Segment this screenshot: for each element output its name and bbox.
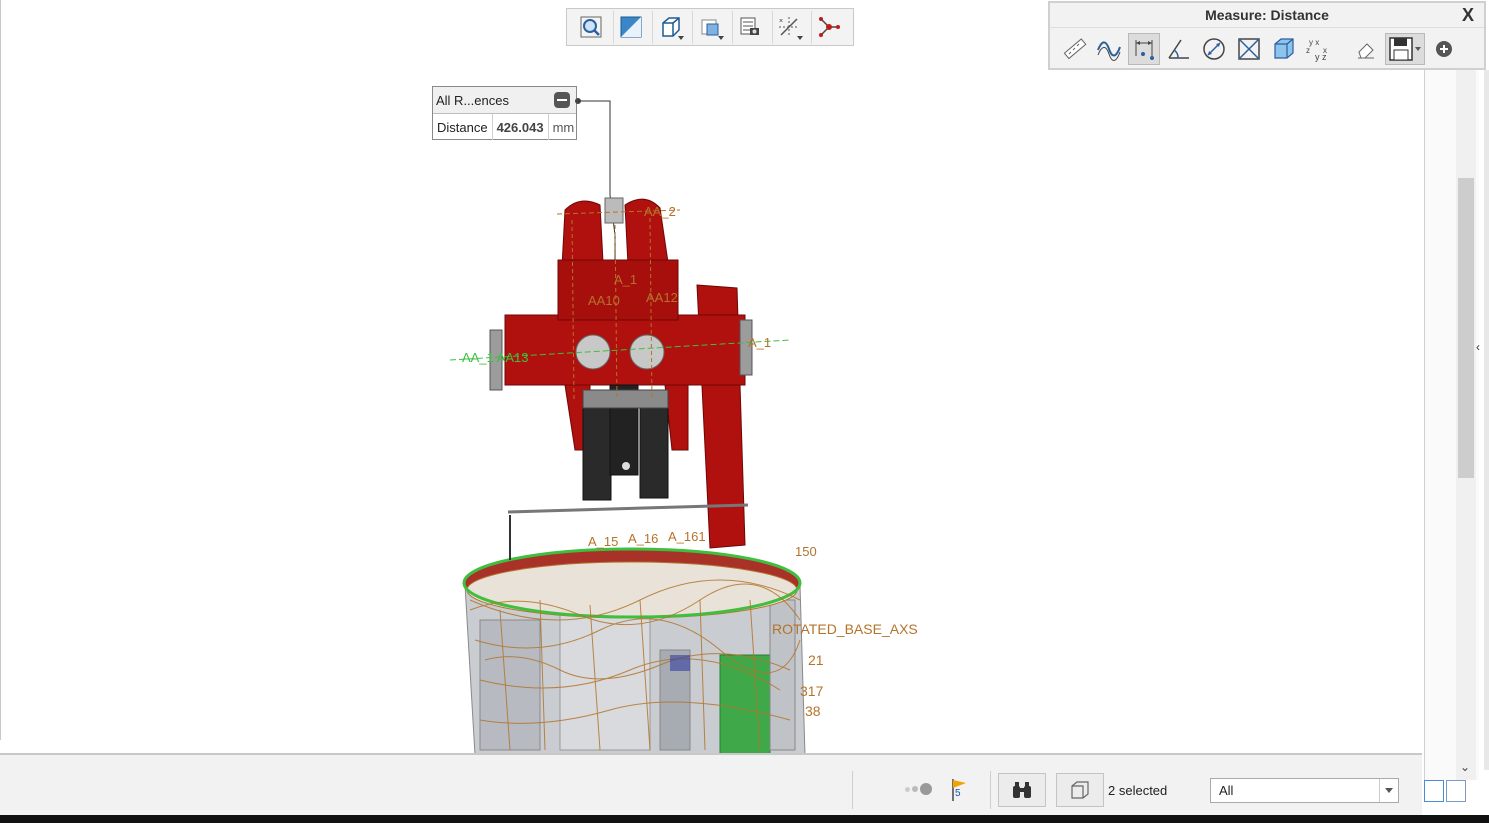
- progress-indicator: [905, 783, 934, 795]
- scroll-down-icon[interactable]: ⌄: [1460, 760, 1470, 774]
- status-divider: [990, 771, 991, 809]
- measurement-callout[interactable]: All R...ences Distance 426.043 mm: [432, 86, 577, 140]
- zoom-in-icon: [620, 16, 642, 38]
- measure-title-text: Measure: Distance: [1205, 7, 1329, 23]
- refit-icon: [580, 16, 602, 38]
- length-tool[interactable]: [1093, 33, 1125, 65]
- collapse-panel-icon[interactable]: ‹: [1476, 340, 1484, 354]
- area-tool[interactable]: [1233, 33, 1265, 65]
- svg-text:y x: y x: [1309, 38, 1319, 47]
- refit-button[interactable]: [573, 10, 609, 44]
- collapse-icon[interactable]: [554, 92, 570, 108]
- diameter-icon: [1203, 38, 1225, 60]
- close-button[interactable]: X: [1462, 5, 1474, 26]
- label-21: 21: [808, 652, 824, 668]
- spin-center-icon: [819, 17, 841, 37]
- angle-tool[interactable]: [1163, 33, 1195, 65]
- volume-tool[interactable]: [1268, 33, 1300, 65]
- chevron-down-icon[interactable]: [1379, 779, 1398, 802]
- viewport-edge: [0, 0, 1, 740]
- label-a15: A_15: [588, 534, 618, 549]
- list-view-icon[interactable]: [1424, 780, 1444, 802]
- status-divider: [852, 771, 853, 809]
- ruler-icon: [1063, 38, 1087, 60]
- view-toolbar: ×: [566, 8, 854, 46]
- label-a16: A_16: [628, 531, 658, 546]
- distance-icon: [1135, 40, 1154, 60]
- measure-panel-title: Measure: Distance X: [1050, 3, 1484, 28]
- summary-tool[interactable]: [1058, 33, 1090, 65]
- transform-tool[interactable]: y xzy zx: [1303, 33, 1335, 65]
- selected-count: 2 selected: [1108, 783, 1168, 798]
- flag-count: 5: [955, 788, 961, 799]
- cylinders: [582, 384, 669, 501]
- callout-label: Distance: [433, 114, 493, 140]
- view-manager-icon: [740, 17, 759, 35]
- tank-body: [462, 547, 806, 755]
- label-aa12: AA12: [646, 290, 678, 305]
- save-tool[interactable]: [1385, 33, 1425, 65]
- transform-icon: y xzy zx: [1306, 38, 1327, 62]
- saved-orientations-button[interactable]: [652, 10, 688, 44]
- label-aa13: AA_1 AA13: [462, 350, 529, 365]
- distance-tool[interactable]: [1128, 33, 1160, 65]
- label-317: 317: [800, 683, 824, 699]
- label-rotated-base-axs: ROTATED_BASE_AXS: [772, 621, 918, 637]
- saved-orientation-icon: [662, 17, 681, 37]
- volume-icon: [1274, 38, 1294, 59]
- svg-text:z: z: [1306, 46, 1310, 55]
- vertical-scrollbar[interactable]: ⌄: [1456, 70, 1476, 780]
- window-view-icon[interactable]: [1446, 780, 1466, 802]
- crossbar: [489, 314, 753, 391]
- selection-button[interactable]: [1056, 773, 1104, 807]
- measure-tools: y xzy zx: [1050, 28, 1484, 70]
- label-a161: A_161: [668, 529, 706, 544]
- callout-title: All R...ences: [436, 92, 509, 108]
- label-38: 38: [805, 703, 821, 719]
- angle-icon: [1168, 39, 1189, 59]
- clear-tool[interactable]: [1350, 33, 1382, 65]
- binoculars-icon: [1013, 782, 1031, 798]
- display-style-icon: [701, 19, 719, 36]
- window-bottom-border: [0, 815, 1489, 823]
- callout-row: Distance 426.043 mm: [433, 114, 576, 140]
- model-viewport[interactable]: AA_2 A_1 AA10 AA12 A_1 AA_1 AA13 A_15 A_…: [440, 190, 940, 755]
- save-icon: [1389, 37, 1421, 61]
- label-a1-right: A_1: [748, 335, 771, 350]
- measure-panel: Measure: Distance X y xzy zx: [1048, 1, 1486, 70]
- label-aa2: AA_2: [644, 204, 676, 219]
- selection-filter-dropdown[interactable]: All: [1210, 778, 1399, 803]
- label-a1-top: A_1: [614, 272, 637, 287]
- label-150: 150: [795, 544, 817, 559]
- scrollbar-thumb[interactable]: [1458, 178, 1474, 478]
- datum-display-icon: ×: [779, 17, 800, 37]
- label-aa10: AA10: [588, 293, 620, 308]
- expand-tool[interactable]: [1432, 33, 1456, 65]
- length-icon: [1097, 41, 1121, 61]
- area-icon: [1238, 38, 1260, 60]
- zoom-in-button[interactable]: [612, 10, 649, 44]
- svg-text:×: ×: [779, 18, 783, 25]
- eraser-icon: [1358, 43, 1374, 59]
- find-button[interactable]: [998, 773, 1046, 807]
- corner-buttons: [1424, 780, 1468, 802]
- filter-value: All: [1219, 783, 1234, 798]
- svg-text:x: x: [1323, 46, 1327, 55]
- status-bar: 5 2 selected All: [0, 753, 1422, 815]
- right-edge-strip: [1484, 70, 1489, 770]
- datum-display-button[interactable]: ×: [771, 10, 808, 44]
- spin-center-button[interactable]: [811, 10, 847, 44]
- selection-cube-icon: [1071, 781, 1089, 799]
- plus-circle-icon: [1436, 41, 1452, 57]
- view-manager-button[interactable]: [731, 10, 768, 44]
- diameter-tool[interactable]: [1198, 33, 1230, 65]
- callout-value: 426.043: [493, 114, 549, 140]
- display-style-button[interactable]: [692, 10, 728, 44]
- callout-header: All R...ences: [433, 87, 576, 114]
